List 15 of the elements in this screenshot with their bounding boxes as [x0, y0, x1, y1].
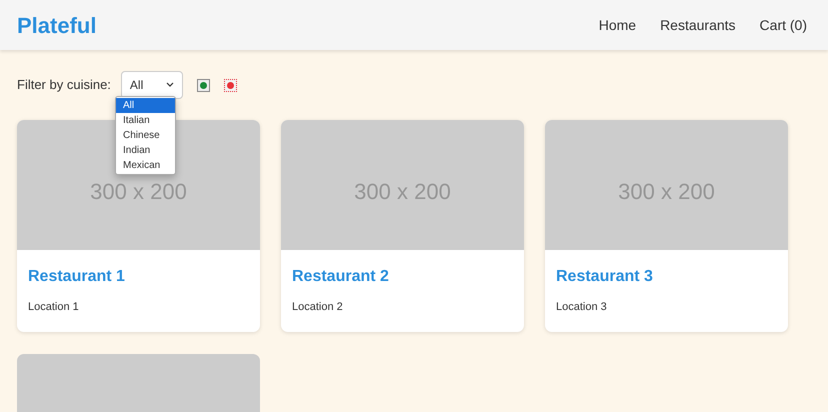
restaurant-location: Location 3: [556, 300, 608, 315]
dropdown-option[interactable]: All: [116, 98, 175, 113]
marker-toggle[interactable]: [224, 78, 237, 92]
nav-link[interactable]: Home: [598, 14, 636, 36]
marker-toggle[interactable]: [196, 78, 210, 92]
nav-link[interactable]: Restaurants: [660, 14, 736, 36]
chevron-icon: [166, 82, 174, 88]
restaurant-location: Location 1: [28, 300, 80, 315]
cuisine-select[interactable]: All: [120, 71, 183, 99]
filter-label: Filter by cuisine:: [17, 76, 111, 94]
restaurant-location: Location 2: [292, 300, 344, 315]
nav-link[interactable]: Cart (0): [760, 14, 807, 36]
dropdown-option[interactable]: Mexican: [116, 158, 175, 173]
dropdown-option[interactable]: Indian: [116, 143, 175, 158]
dropdown-option[interactable]: Chinese: [116, 128, 175, 143]
